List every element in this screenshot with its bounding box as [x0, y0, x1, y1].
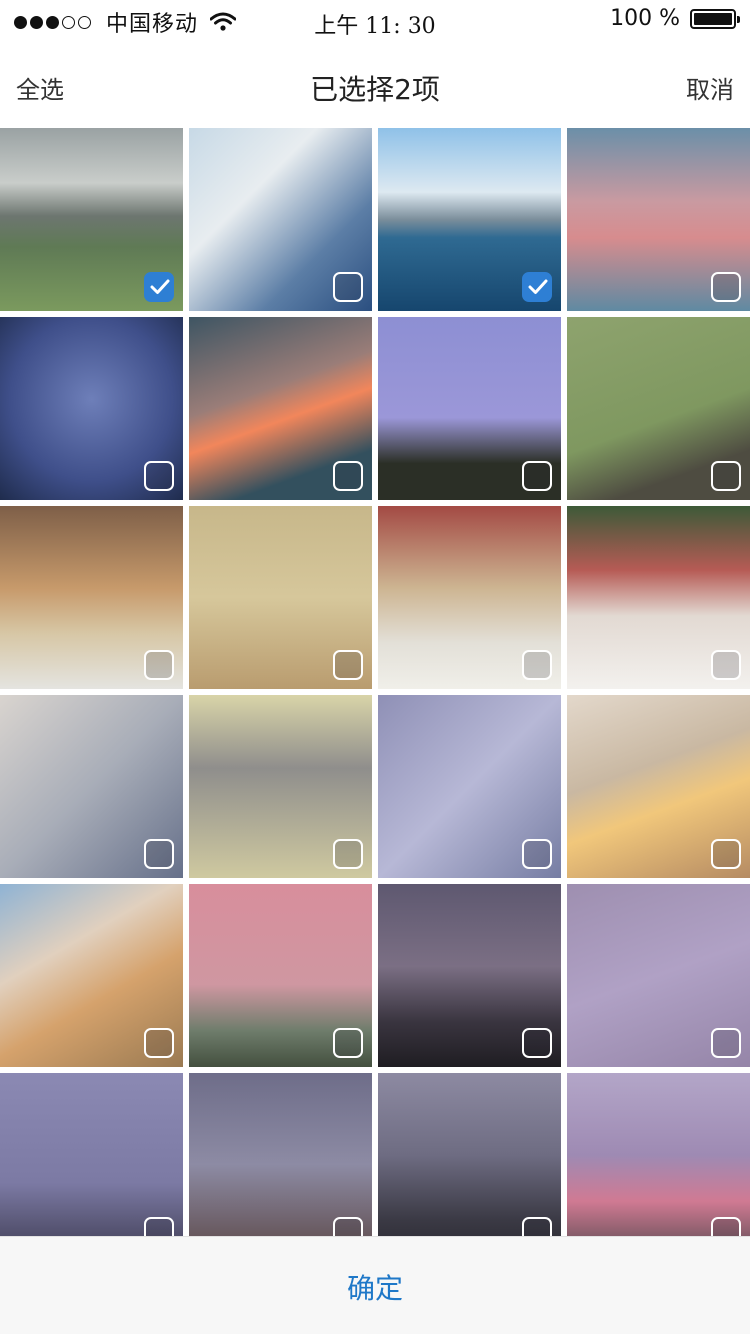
checkbox-icon[interactable]	[522, 650, 552, 680]
photo-poster-wall-2[interactable]	[189, 506, 372, 689]
checkbox-icon[interactable]	[522, 1028, 552, 1058]
photo-skylight-room[interactable]	[0, 884, 183, 1067]
photo-pink-peaks[interactable]	[567, 128, 750, 311]
checkbox-icon[interactable]	[333, 461, 363, 491]
checkbox-icon[interactable]	[144, 1028, 174, 1058]
checkbox-icon[interactable]	[333, 272, 363, 302]
battery-percent: 100 %	[610, 6, 680, 31]
nav-bar: 全选 已选择2项 取消	[0, 40, 750, 128]
checkbox-icon[interactable]	[144, 650, 174, 680]
photo-sea-horizon[interactable]	[378, 128, 561, 311]
bottom-bar: 确定	[0, 1236, 750, 1334]
checkbox-icon[interactable]	[711, 650, 741, 680]
checkbox-icon[interactable]	[522, 461, 552, 491]
checkbox-checked-icon[interactable]	[144, 272, 174, 302]
checkbox-icon[interactable]	[333, 650, 363, 680]
photo-poster-wall-4[interactable]	[567, 506, 750, 689]
photo-cloud-poster-room[interactable]	[567, 695, 750, 878]
checkbox-icon[interactable]	[711, 272, 741, 302]
photo-pink-flowers[interactable]	[567, 1073, 750, 1256]
checkbox-icon[interactable]	[144, 461, 174, 491]
photo-city-lights[interactable]	[378, 1073, 561, 1256]
status-right: 100 %	[610, 6, 740, 31]
photo-moon-tree-night[interactable]	[0, 317, 183, 500]
status-bar: 中国移动 上午 11: 30 100 %	[0, 0, 750, 40]
photo-moon-birds-pink[interactable]	[189, 884, 372, 1067]
photo-tulips-window[interactable]	[189, 695, 372, 878]
checkbox-icon[interactable]	[522, 839, 552, 869]
checkbox-icon[interactable]	[711, 839, 741, 869]
checkbox-icon[interactable]	[711, 461, 741, 491]
photo-poster-wall-3[interactable]	[378, 506, 561, 689]
page-title: 已选择2项	[310, 73, 440, 106]
photo-building-dusk[interactable]	[189, 1073, 372, 1256]
photo-people-on-grass[interactable]	[567, 317, 750, 500]
photo-moon-hill-purple[interactable]	[378, 317, 561, 500]
checkbox-icon[interactable]	[144, 839, 174, 869]
photo-mountain-valley[interactable]	[0, 128, 183, 311]
photo-cloud-city-dusk[interactable]	[378, 884, 561, 1067]
photo-flower-shadow[interactable]	[0, 695, 183, 878]
photo-poster-wall-1[interactable]	[0, 506, 183, 689]
photo-sparkler[interactable]	[0, 1073, 183, 1256]
checkbox-checked-icon[interactable]	[522, 272, 552, 302]
photo-branch-moon[interactable]	[567, 884, 750, 1067]
cancel-button[interactable]: 取消	[686, 70, 734, 105]
photo-pink-cloud-dusk[interactable]	[189, 317, 372, 500]
checkbox-icon[interactable]	[333, 839, 363, 869]
confirm-button[interactable]: 确定	[0, 1267, 750, 1307]
battery-icon	[690, 8, 740, 29]
photo-sky-clouds-rays[interactable]	[189, 128, 372, 311]
checkbox-icon[interactable]	[711, 1028, 741, 1058]
checkbox-icon[interactable]	[333, 1028, 363, 1058]
photo-rose-shadow[interactable]	[378, 695, 561, 878]
